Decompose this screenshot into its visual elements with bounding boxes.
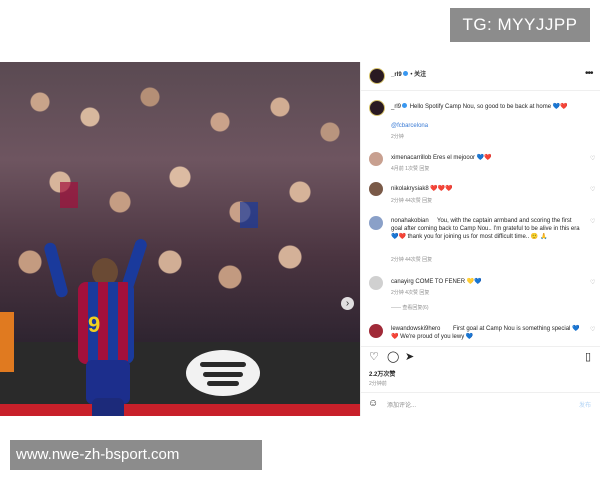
caption-avatar[interactable]: [369, 100, 385, 116]
post-side-panel: _rl9 • 关注 ••• _rl9 Hello Spotify Camp No…: [360, 62, 600, 416]
comment-text: First goal at Camp Nou is something spec…: [391, 326, 580, 341]
spotify-logo-bar: [203, 372, 243, 377]
screenshot-root: TG: MYYJJPP IV O 9 ›: [0, 0, 600, 480]
comment-line: ximenacarrillob Eres el mejooor 💙❤️: [391, 154, 492, 162]
commenter-avatar[interactable]: [369, 182, 383, 196]
post-photo[interactable]: IV O 9 ›: [0, 62, 360, 416]
comment-text: COME TO FENER 💛💙: [415, 279, 482, 285]
watermark-bottom: www.nwe-zh-bsport.com: [10, 440, 262, 470]
fan-scarf: [240, 202, 258, 228]
comment-text: ❤️❤️❤️: [430, 186, 453, 192]
player-number: 9: [88, 312, 101, 337]
header-username[interactable]: _rl9 • 关注: [391, 71, 426, 79]
comment-like-icon[interactable]: ♡: [590, 155, 595, 162]
post-time: 2分钟前: [369, 381, 387, 387]
player-legs: [92, 398, 124, 416]
share-icon[interactable]: ➤: [405, 352, 414, 363]
comment-username[interactable]: canayirg: [391, 279, 414, 285]
comment-meta: 2分钟 44次赞 回复: [391, 198, 433, 204]
crowd-background: [0, 62, 360, 342]
verified-badge-icon: [402, 71, 408, 76]
ad-board-dark: [0, 342, 360, 404]
author-avatar[interactable]: [369, 68, 385, 84]
comment-line: nikolakrysiak8 ❤️❤️❤️: [391, 185, 453, 193]
comment-meta: 2分钟 44次赞 回复: [391, 257, 433, 263]
verified-badge-icon: [402, 103, 408, 108]
carousel-next-button[interactable]: ›: [341, 297, 354, 310]
comment-icon[interactable]: ◯: [387, 352, 399, 363]
emoji-icon[interactable]: ☺: [368, 399, 378, 409]
comment-like-icon[interactable]: ♡: [590, 218, 595, 225]
spotify-logo-bar: [207, 381, 239, 386]
like-icon[interactable]: ♡: [369, 352, 379, 363]
player-shirt: [78, 282, 134, 364]
watermark-top: TG: MYYJJPP: [450, 8, 590, 42]
follow-button[interactable]: 关注: [414, 72, 426, 78]
divider: [361, 90, 600, 91]
save-icon[interactable]: ▯: [585, 352, 591, 363]
caption-username[interactable]: _rl9: [391, 104, 401, 110]
comment-line: canayirg COME TO FENER 💛💙: [391, 278, 482, 286]
commenter-avatar[interactable]: [369, 152, 383, 166]
view-replies-link[interactable]: —— 查看回复(6): [391, 305, 429, 312]
more-options-icon[interactable]: •••: [585, 68, 593, 79]
fan-scarf: [60, 182, 78, 208]
commenter-avatar[interactable]: [369, 216, 383, 230]
comment-meta: 2分钟 4次赞 回复: [391, 290, 430, 296]
comment-like-icon[interactable]: ♡: [590, 279, 595, 286]
caption-time: 2分钟: [391, 134, 404, 140]
comment-text: Eres el mejooor 💙❤️: [433, 155, 492, 161]
comment-username[interactable]: nikolakrysiak8: [391, 186, 429, 192]
comment-like-icon[interactable]: ♡: [590, 326, 595, 333]
comment-input[interactable]: 添加评论...: [387, 402, 416, 410]
spotify-logo-bar: [200, 362, 246, 367]
comment-text: You, with the captain armband and scorin…: [391, 218, 580, 241]
comment-meta: 4月前 1次赞 回复: [391, 166, 430, 172]
post-comment-button[interactable]: 发布: [579, 402, 591, 410]
divider: [361, 392, 600, 393]
caption-text: Hello Spotify Camp Nou, so good to be ba…: [409, 104, 568, 110]
caption-tag[interactable]: @fcbarcelona: [391, 122, 428, 130]
divider: [361, 346, 600, 347]
commenter-avatar[interactable]: [369, 276, 383, 290]
likes-count[interactable]: 2.2万次赞: [369, 371, 395, 379]
commenter-avatar[interactable]: [369, 324, 383, 338]
ad-board-text: IV O: [210, 408, 334, 416]
caption-line: _rl9 Hello Spotify Camp Nou, so good to …: [391, 103, 568, 111]
comment-like-icon[interactable]: ♡: [590, 186, 595, 193]
comment-username[interactable]: ximenacarrillob: [391, 155, 431, 161]
fan-figure: [0, 312, 14, 372]
